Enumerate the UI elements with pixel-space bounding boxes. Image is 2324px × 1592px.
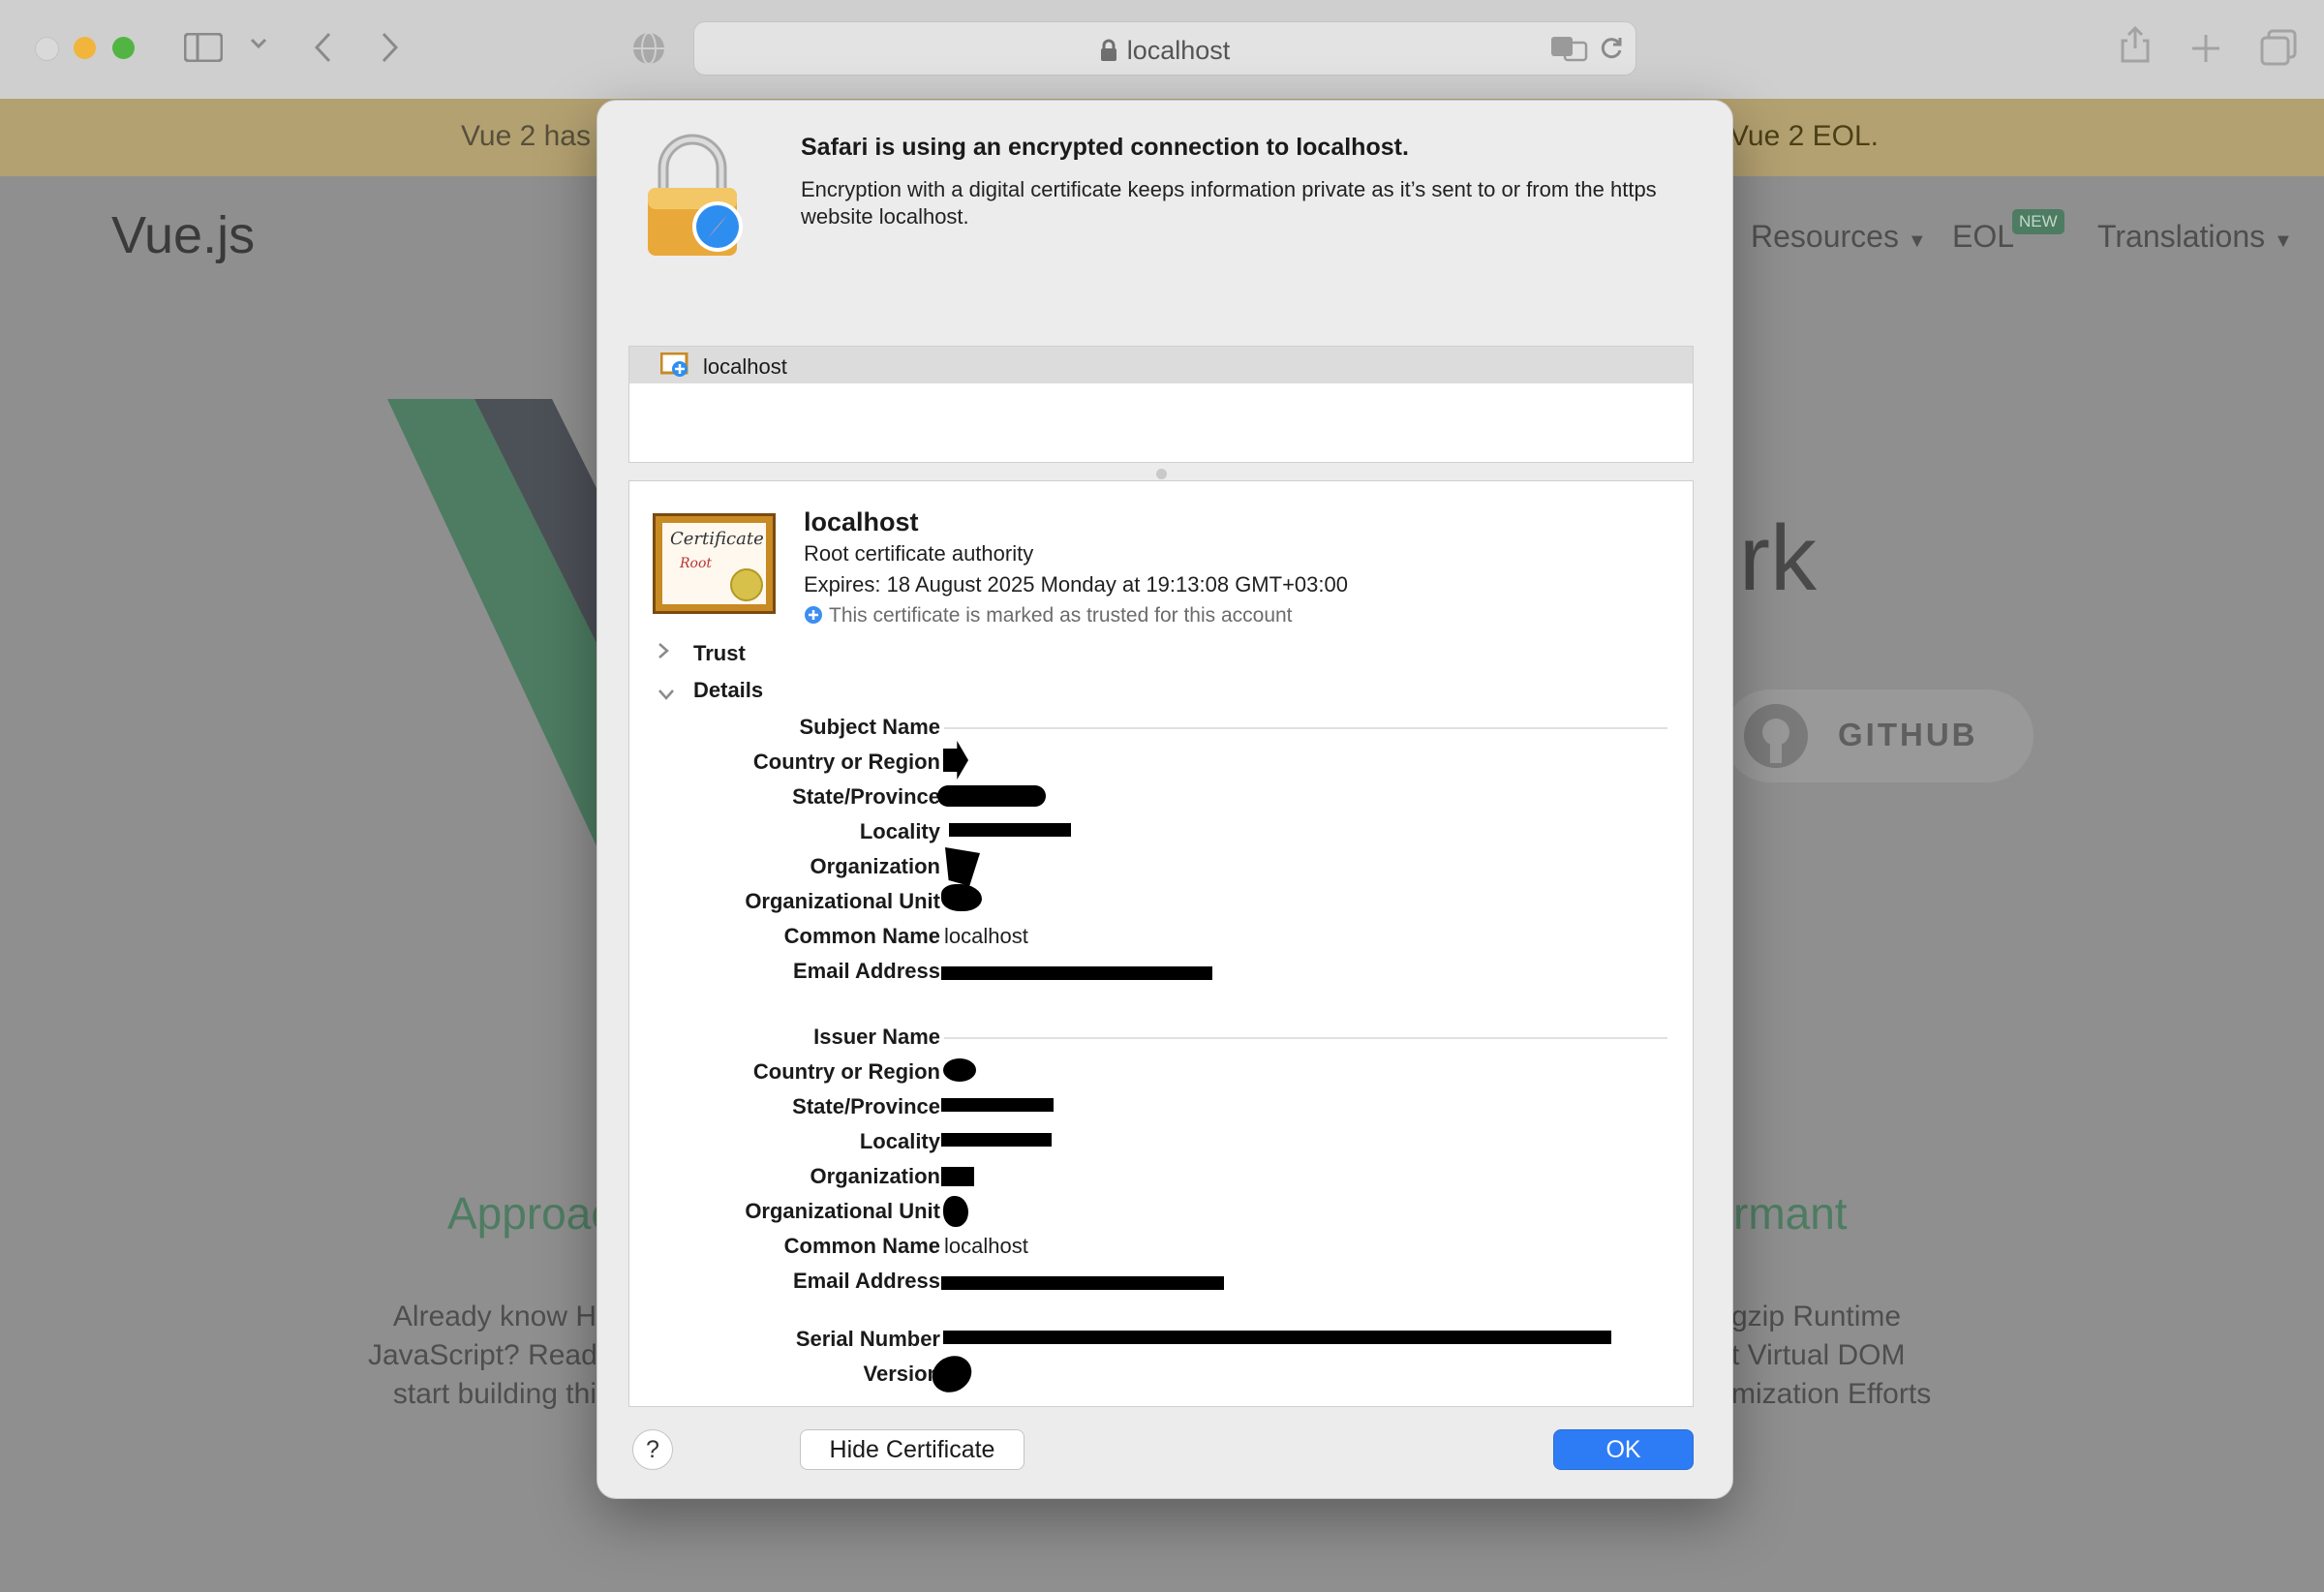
certificate-type: Root certificate authority — [804, 541, 1034, 566]
nav-translations[interactable]: Translations ▼ — [2097, 219, 2293, 255]
hero-title-fragment: rk — [1739, 506, 1817, 610]
address-text: localhost — [694, 36, 1636, 69]
lock-icon — [1100, 39, 1117, 69]
redaction-mark — [941, 966, 1212, 980]
issuer-locality-label: Locality — [859, 1129, 940, 1153]
serial-number-label: Serial Number — [795, 1327, 940, 1351]
banner-text-right[interactable]: Vue 2 EOL. — [1729, 120, 1879, 153]
chain-item-label: localhost — [703, 354, 787, 379]
back-icon[interactable] — [312, 31, 333, 69]
caret-down-icon: ▼ — [2274, 230, 2293, 252]
chain-item-localhost[interactable]: localhost — [629, 347, 1693, 383]
feature-text-right: gzip Runtime t Virtual DOM mization Effo… — [1731, 1301, 1932, 1410]
ok-button[interactable]: OK — [1553, 1429, 1694, 1470]
redaction-mark — [949, 823, 1071, 837]
subject-common-name-label: Common Name — [783, 924, 940, 948]
lock-safari-icon — [642, 132, 749, 260]
subject-name-heading: Subject Name — [799, 715, 941, 739]
translate-icon[interactable] — [1550, 35, 1589, 67]
github-icon — [1744, 704, 1808, 768]
subject-country-label: Country or Region — [752, 750, 940, 774]
chevron-down-icon[interactable] — [250, 37, 267, 55]
close-window-button[interactable] — [35, 37, 59, 61]
address-bar[interactable]: localhost — [693, 21, 1636, 76]
redaction-mark — [925, 1348, 979, 1400]
issuer-organization-label: Organization — [810, 1164, 940, 1188]
nav-eol[interactable]: EOL — [1952, 219, 2014, 255]
redaction-mark — [941, 1276, 1224, 1290]
certificate-chain-list: localhost — [628, 346, 1694, 463]
splitter-handle[interactable] — [1156, 469, 1167, 479]
dialog-title: Safari is using an encrypted connection … — [801, 134, 1409, 161]
version-label: Version — [863, 1362, 940, 1386]
maximize-window-button[interactable] — [112, 37, 135, 59]
subject-common-name-value: localhost — [944, 924, 1028, 948]
section-divider — [944, 1037, 1667, 1039]
chevron-right-icon — [657, 641, 670, 666]
redaction-mark — [941, 1167, 974, 1186]
vue-hero-logo — [387, 399, 600, 854]
redaction-mark — [941, 1098, 1054, 1112]
new-tab-icon[interactable] — [2190, 33, 2221, 69]
issuer-name-heading: Issuer Name — [813, 1025, 940, 1049]
plus-circle-icon — [804, 605, 823, 630]
subject-locality-label: Locality — [859, 819, 940, 843]
site-logo[interactable]: Vue.js — [111, 205, 255, 265]
help-button[interactable]: ? — [632, 1429, 673, 1470]
globe-icon — [631, 31, 666, 71]
dialog-description: Encryption with a digital certificate ke… — [801, 177, 1657, 229]
certificate-expiry: Expires: 18 August 2025 Monday at 19:13:… — [804, 572, 1348, 597]
subject-state-label: State/Province — [792, 784, 940, 809]
certificate-small-icon — [660, 352, 688, 377]
reload-icon[interactable] — [1599, 36, 1624, 66]
issuer-common-name-label: Common Name — [783, 1234, 940, 1258]
redaction-mark — [945, 847, 980, 886]
new-badge: NEW — [2012, 209, 2064, 234]
tab-overview-icon[interactable] — [2260, 29, 2297, 71]
certificate-image: Certificate Root — [653, 513, 776, 614]
redaction-mark — [941, 884, 982, 911]
feature-title-performant: rmant — [1733, 1188, 1848, 1239]
subject-organization-label: Organization — [810, 854, 940, 878]
redaction-mark — [941, 1133, 1052, 1147]
subject-org-unit-label: Organizational Unit — [745, 889, 940, 913]
certificate-details-panel[interactable]: Certificate Root localhost Root certific… — [628, 480, 1694, 1407]
feature-text-left: Already know H JavaScript? Read start bu… — [368, 1301, 596, 1410]
caret-down-icon: ▼ — [1907, 230, 1927, 252]
certificate-dialog: Safari is using an encrypted connection … — [596, 100, 1733, 1499]
redaction-mark — [943, 1058, 976, 1082]
feature-title-approachable: Approac — [447, 1188, 614, 1239]
github-label: GITHUB — [1838, 717, 1978, 752]
certificate-trust-note: This certificate is marked as trusted fo… — [804, 604, 1293, 630]
forward-icon[interactable] — [380, 31, 401, 69]
address-url: localhost — [1126, 36, 1231, 65]
redaction-mark — [943, 1331, 1611, 1344]
certificate-name: localhost — [804, 507, 919, 536]
issuer-email-label: Email Address — [792, 1269, 940, 1293]
issuer-country-label: Country or Region — [752, 1059, 940, 1084]
hide-certificate-button[interactable]: Hide Certificate — [800, 1429, 1024, 1470]
redaction-mark — [943, 1196, 968, 1227]
redaction-mark — [937, 785, 1046, 807]
github-button[interactable]: GITHUB — [1724, 689, 2034, 782]
redaction-mark — [943, 741, 968, 780]
section-divider — [944, 727, 1667, 729]
issuer-state-label: State/Province — [792, 1094, 940, 1118]
issuer-org-unit-label: Organizational Unit — [745, 1199, 940, 1223]
browser-toolbar: localhost — [0, 0, 2324, 100]
issuer-common-name-value: localhost — [944, 1234, 1028, 1258]
minimize-window-button[interactable] — [74, 37, 96, 59]
subject-email-label: Email Address — [792, 959, 940, 983]
nav-resources[interactable]: Resources ▼ — [1751, 219, 1927, 255]
banner-text-left: Vue 2 has r — [461, 120, 609, 152]
sidebar-toggle-icon[interactable] — [183, 32, 224, 67]
share-icon[interactable] — [2119, 25, 2152, 69]
chevron-down-icon — [657, 682, 676, 707]
